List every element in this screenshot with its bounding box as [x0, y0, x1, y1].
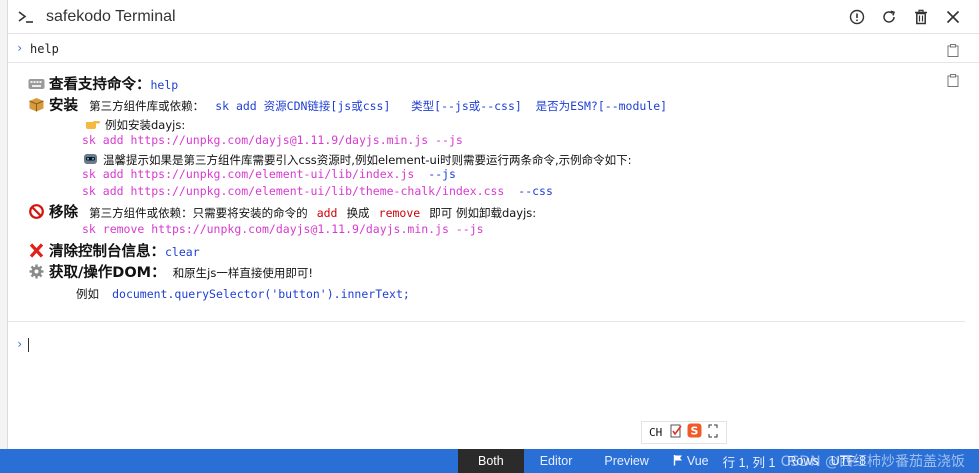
tab-both[interactable]: Both — [458, 449, 524, 473]
keyboard-icon — [28, 76, 45, 91]
remove-desc-2: 换成 — [346, 206, 370, 220]
help-line-element-js: sk add https://unpkg.com/element-ui/lib/… — [82, 167, 456, 181]
close-icon[interactable] — [945, 9, 961, 25]
window-title: safekodo Terminal — [46, 7, 176, 25]
dom-title: 获取/操作DOM： — [49, 265, 166, 281]
help-line-element-css: sk add https://unpkg.com/element-ui/lib/… — [82, 184, 553, 198]
remove-desc-1: 第三方组件或依赖：只需要将安装的命令的 — [89, 206, 308, 220]
remove-keyword-remove: remove — [378, 206, 421, 220]
framework-selector[interactable]: Vue — [665, 449, 717, 473]
history-entry: › help — [8, 35, 979, 63]
install-title: 安装 — [49, 98, 78, 114]
cursor-position: 行 1, 列 1 — [722, 455, 776, 470]
clipboard-icon[interactable] — [947, 72, 959, 87]
help-line-remove: 移除 第三方组件或依赖：只需要将安装的命令的 add 换成 remove 即可 … — [28, 201, 536, 222]
remove-title: 移除 — [49, 205, 78, 221]
help-line-dom-example: 例如 document.querySelector('button').inne… — [76, 283, 410, 302]
element-css-flag: --css — [518, 184, 553, 198]
svg-text:S: S — [691, 425, 699, 438]
help-command: help — [150, 78, 179, 92]
package-icon — [28, 97, 45, 112]
help-line-clear: 清除控制台信息：clear — [28, 240, 200, 261]
help-line-install: 安装 第三方组件库或依赖： sk add 资源CDN链接[js或css] 类型[… — [28, 94, 667, 115]
status-bar: Both Editor Preview Vue 行 1, 列 1 Rows UT… — [0, 449, 979, 473]
clear-title: 清除控制台信息： — [49, 244, 165, 260]
tip-text: 温馨提示如果是第三方组件库需要引入css资源时,例如element-ui时则需要… — [103, 153, 632, 167]
prompt-chevron: › — [16, 41, 24, 55]
trash-icon[interactable] — [913, 9, 929, 25]
clipboard-icon[interactable] — [947, 42, 959, 57]
install-desc: 第三方组件库或依赖： — [89, 99, 205, 113]
sogou-icon[interactable]: S — [687, 423, 702, 442]
tab-preview[interactable]: Preview — [588, 449, 664, 473]
dom-desc: 和原生js一样直接使用即可! — [172, 266, 313, 280]
terminal-input[interactable]: › — [8, 333, 979, 357]
help-line-example-label: 例如安装dayjs: — [84, 114, 185, 133]
terminal-icon — [17, 8, 35, 26]
prohibited-icon — [28, 204, 45, 219]
cross-mark-icon — [28, 243, 45, 258]
history-command: help — [30, 42, 59, 56]
help-line-dom: 获取/操作DOM： 和原生js一样直接使用即可! — [28, 261, 313, 282]
info-icon[interactable] — [849, 9, 865, 25]
element-css-command: sk add https://unpkg.com/element-ui/lib/… — [82, 184, 505, 198]
ime-expand-icon[interactable] — [708, 423, 718, 442]
help-line-commands: 查看支持命令：help — [28, 73, 178, 94]
remove-keyword-add: add — [316, 206, 338, 220]
example-label: 例如安装dayjs: — [105, 118, 186, 132]
help-title: 查看支持命令： — [49, 77, 151, 93]
refresh-icon[interactable] — [881, 9, 897, 25]
command-output: 查看支持命令：help 安装 第三方组件库或依赖： sk add 资源CDN链接… — [8, 64, 965, 322]
help-line-tip: 温馨提示如果是第三方组件库需要引入css资源时,例如element-ui时则需要… — [82, 149, 632, 168]
ime-punctuation-icon[interactable] — [669, 423, 683, 442]
gear-icon — [28, 264, 45, 279]
element-js-flag: --js — [428, 167, 456, 181]
flag-icon — [673, 454, 683, 469]
robot-icon — [82, 151, 99, 166]
ime-language[interactable]: CH — [649, 426, 662, 439]
pointing-hand-icon — [84, 116, 101, 131]
dom-example-label: 例如 — [76, 287, 99, 301]
terminal-titlebar: safekodo Terminal — [8, 0, 979, 34]
ime-toolbar[interactable]: CH S — [641, 421, 727, 444]
framework-label: Vue — [686, 454, 709, 468]
text-caret — [28, 338, 29, 352]
tab-editor[interactable]: Editor — [524, 449, 589, 473]
element-js-command: sk add https://unpkg.com/element-ui/lib/… — [82, 167, 415, 181]
clear-command: clear — [165, 245, 200, 259]
install-syntax: sk add 资源CDN链接[js或css] 类型[--js或--css] 是否… — [215, 99, 668, 113]
input-prompt: › — [16, 337, 24, 351]
csdn-watermark: CSDN @西红柿炒番茄盖浇饭 — [780, 454, 965, 470]
install-example-command: sk add https://unpkg.com/dayjs@1.11.9/da… — [82, 133, 463, 147]
left-edge-strip — [0, 0, 8, 449]
dom-example-code: document.querySelector('button').innerTe… — [112, 287, 410, 301]
titlebar-actions — [833, 9, 961, 25]
remove-desc-3: 即可 例如卸载dayjs: — [429, 206, 537, 220]
remove-example-command: sk remove https://unpkg.com/dayjs@1.11.9… — [82, 222, 484, 236]
